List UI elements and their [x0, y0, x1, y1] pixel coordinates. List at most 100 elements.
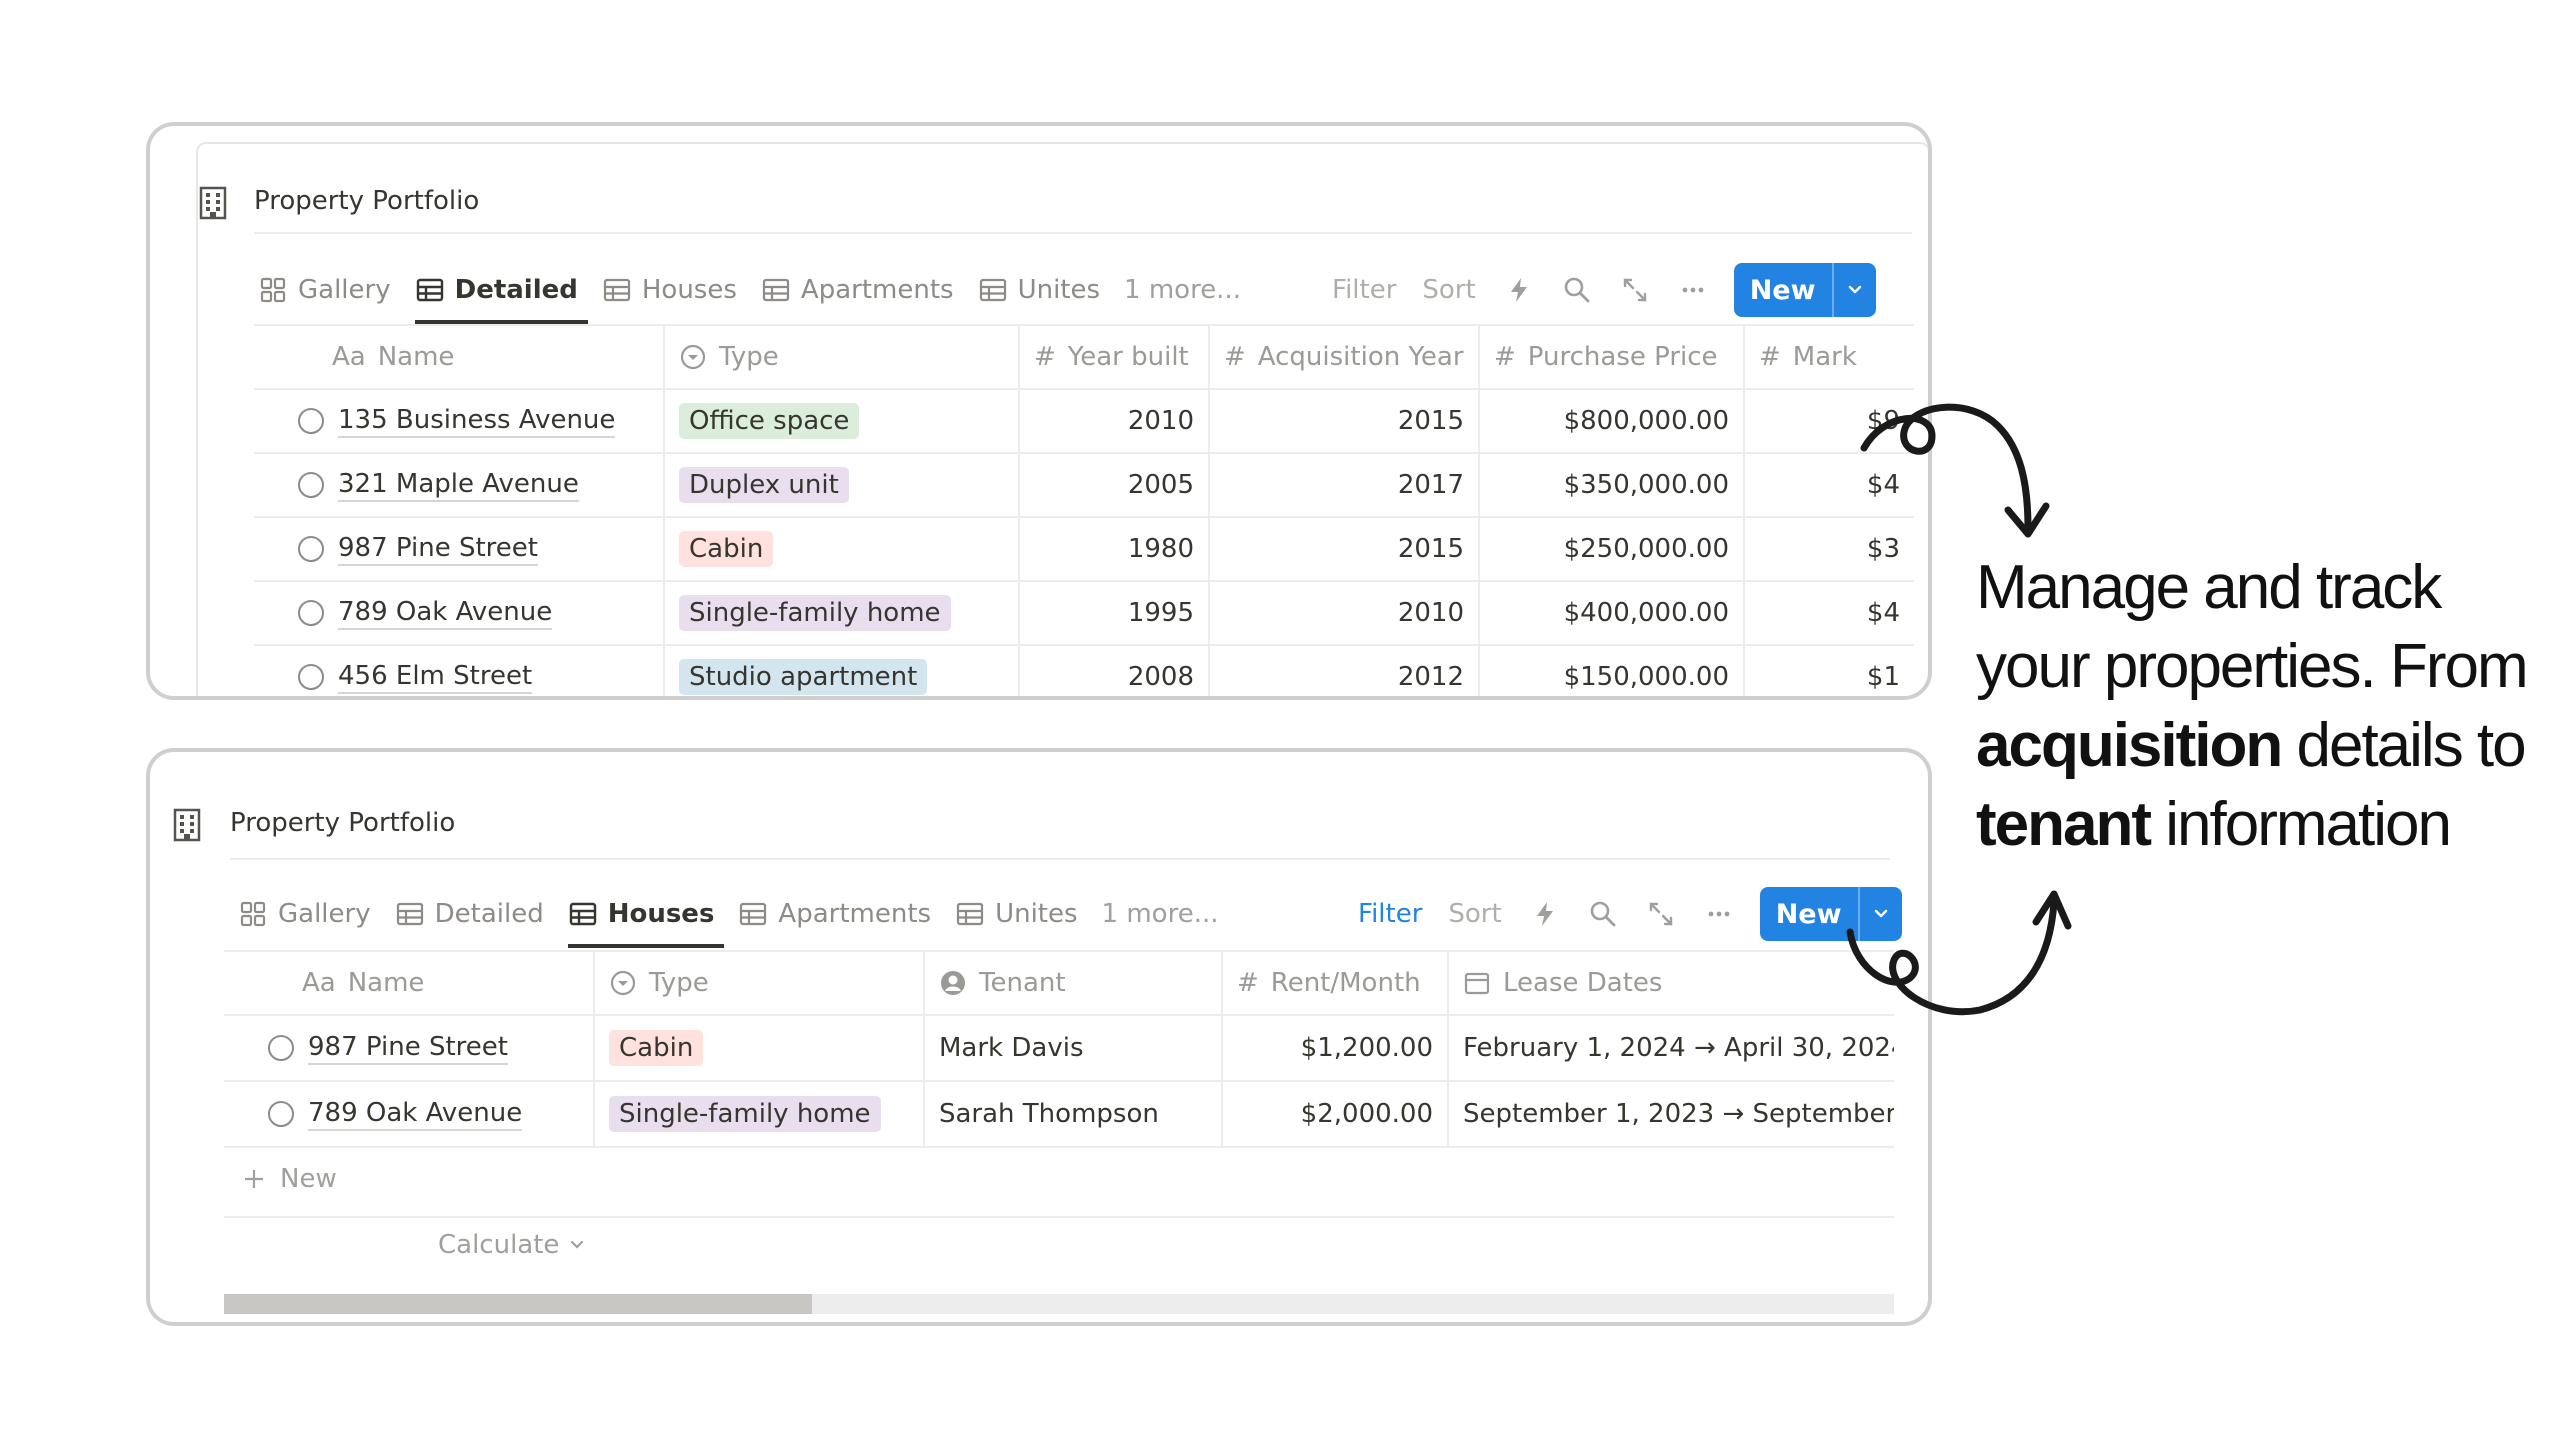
tab-unites[interactable]: Unites	[955, 886, 1078, 942]
column-header-lease-dates[interactable]: Lease Dates	[1448, 950, 1894, 1016]
rent-cell[interactable]: $1,200.00	[1222, 1014, 1449, 1082]
caption-line: tenant information	[1976, 785, 2556, 864]
row-name[interactable]: 456 Elm Street	[338, 660, 533, 694]
more-options-button[interactable]	[1676, 273, 1710, 307]
tab-detailed[interactable]: Detailed	[395, 886, 544, 942]
table-row[interactable]: 321 Maple Avenue Duplex unit 2005 2017 $…	[254, 452, 1914, 518]
title-divider	[254, 232, 1912, 234]
acquisition-year-cell[interactable]: 2015	[1209, 516, 1480, 582]
expand-button[interactable]	[1644, 897, 1678, 931]
tab-label: Unites	[1017, 275, 1101, 305]
lease-dates-cell[interactable]: February 1, 2024 → April 30, 2024	[1448, 1014, 1894, 1082]
filter-button[interactable]: Filter	[1332, 275, 1396, 305]
tab-houses[interactable]: Houses	[567, 886, 725, 948]
year-built-cell[interactable]: 2005	[1019, 452, 1210, 518]
sort-button[interactable]: Sort	[1448, 899, 1501, 929]
column-header-type[interactable]: Type	[594, 950, 925, 1016]
row-name[interactable]: 321 Maple Avenue	[338, 468, 579, 502]
new-button[interactable]: New	[1733, 263, 1876, 317]
tab-apartments[interactable]: Apartments	[738, 886, 931, 942]
status-circle-icon[interactable]	[298, 408, 324, 434]
purchase-price-cell[interactable]: $800,000.00	[1479, 388, 1745, 454]
status-circle-icon[interactable]	[268, 1101, 294, 1127]
houses-view-card: Property Portfolio Gallery Detailed Hous…	[146, 748, 1932, 1326]
column-header-acquisition-year[interactable]: # Acquisition Year	[1209, 324, 1480, 390]
column-header-type[interactable]: Type	[664, 324, 1020, 390]
filter-button[interactable]: Filter	[1358, 899, 1422, 929]
status-circle-icon[interactable]	[298, 664, 324, 690]
purchase-price-cell[interactable]: $350,000.00	[1479, 452, 1745, 518]
rent-cell[interactable]: $2,000.00	[1222, 1080, 1449, 1148]
table-row[interactable]: 135 Business Avenue Office space 2010 20…	[254, 388, 1914, 454]
table-header-row: Aa Name Type Tenant # Rent/Month Lease Dat…	[224, 950, 1894, 1016]
scrollbar-thumb[interactable]	[224, 1294, 812, 1314]
tenant-cell[interactable]: Sarah Thompson	[924, 1080, 1223, 1148]
status-circle-icon[interactable]	[298, 600, 324, 626]
column-header-tenant[interactable]: Tenant	[924, 950, 1223, 1016]
search-button[interactable]	[1586, 897, 1620, 931]
caption-line: Manage and track	[1976, 553, 2442, 622]
table-row[interactable]: 987 Pine Street Cabin Mark Davis $1,200.…	[224, 1014, 1894, 1082]
column-label: Type	[719, 342, 779, 372]
row-name[interactable]: 135 Business Avenue	[338, 404, 616, 438]
column-header-purchase-price[interactable]: # Purchase Price	[1479, 324, 1745, 390]
view-tabs: Gallery Detailed Houses Apartments Unite…	[238, 886, 1219, 948]
new-dropdown-button[interactable]	[1831, 263, 1876, 317]
year-built-cell[interactable]: 1980	[1019, 516, 1210, 582]
column-header-mark[interactable]: # Mark	[1744, 324, 1914, 390]
table-row[interactable]: 789 Oak Avenue Single-family home Sarah …	[224, 1080, 1894, 1148]
acquisition-year-cell[interactable]: 2015	[1209, 388, 1480, 454]
automation-button[interactable]	[1528, 897, 1562, 931]
tab-unites[interactable]: Unites	[978, 262, 1100, 318]
add-new-row-button[interactable]: New	[242, 1164, 337, 1194]
row-name[interactable]: 987 Pine Street	[338, 532, 538, 566]
status-circle-icon[interactable]	[298, 536, 324, 562]
type-tag: Duplex unit	[679, 467, 849, 503]
more-views-button[interactable]: 1 more...	[1124, 275, 1241, 305]
expand-icon	[1649, 902, 1672, 926]
properties-table: Aa Name Type # Year built # Acquisition Yea…	[254, 324, 1914, 696]
year-built-cell[interactable]: 2010	[1019, 388, 1210, 454]
automation-button[interactable]	[1502, 273, 1536, 307]
acquisition-year-cell[interactable]: 2012	[1209, 644, 1480, 696]
tab-apartments[interactable]: Apartments	[761, 262, 954, 318]
sort-button[interactable]: Sort	[1422, 275, 1475, 305]
acquisition-year-cell[interactable]: 2017	[1209, 452, 1480, 518]
tenant-cell[interactable]: Mark Davis	[924, 1014, 1223, 1082]
table-row[interactable]: 456 Elm Street Studio apartment 2008 201…	[254, 644, 1914, 696]
purchase-price-cell[interactable]: $150,000.00	[1479, 644, 1745, 696]
purchase-price-cell[interactable]: $400,000.00	[1479, 580, 1745, 646]
status-circle-icon[interactable]	[268, 1035, 294, 1061]
lease-dates-cell[interactable]: September 1, 2023 → September 30	[1448, 1080, 1894, 1148]
search-button[interactable]	[1560, 273, 1594, 307]
row-name[interactable]: 789 Oak Avenue	[338, 596, 553, 630]
table-icon	[603, 278, 630, 302]
new-row-label: New	[280, 1164, 337, 1194]
column-header-rent[interactable]: # Rent/Month	[1222, 950, 1449, 1016]
expand-button[interactable]	[1618, 273, 1652, 307]
tab-gallery[interactable]: Gallery	[238, 886, 371, 942]
column-header-name[interactable]: Aa Name	[224, 950, 595, 1016]
year-built-cell[interactable]: 1995	[1019, 580, 1210, 646]
mark-cell[interactable]: $1	[1744, 644, 1914, 696]
curly-arrow-down-icon	[1860, 403, 2050, 538]
row-name[interactable]: 789 Oak Avenue	[308, 1097, 523, 1131]
more-views-button[interactable]: 1 more...	[1102, 899, 1219, 929]
table-row[interactable]: 987 Pine Street Cabin 1980 2015 $250,000…	[254, 516, 1914, 582]
year-built-cell[interactable]: 2008	[1019, 644, 1210, 696]
calculate-button[interactable]: Calculate	[438, 1230, 587, 1260]
table-row[interactable]: 789 Oak Avenue Single-family home 1995 2…	[254, 580, 1914, 646]
column-header-year-built[interactable]: # Year built	[1019, 324, 1210, 390]
purchase-price-cell[interactable]: $250,000.00	[1479, 516, 1745, 582]
tab-gallery[interactable]: Gallery	[258, 262, 391, 318]
tab-houses[interactable]: Houses	[602, 262, 737, 318]
new-row-divider	[224, 1216, 1894, 1218]
column-header-name[interactable]: Aa Name	[254, 324, 665, 390]
table-icon	[740, 902, 767, 926]
row-name[interactable]: 987 Pine Street	[308, 1031, 508, 1065]
mark-cell[interactable]: $4	[1744, 580, 1914, 646]
tab-detailed[interactable]: Detailed	[414, 262, 589, 324]
acquisition-year-cell[interactable]: 2010	[1209, 580, 1480, 646]
status-circle-icon[interactable]	[298, 472, 324, 498]
more-options-button[interactable]	[1702, 897, 1736, 931]
